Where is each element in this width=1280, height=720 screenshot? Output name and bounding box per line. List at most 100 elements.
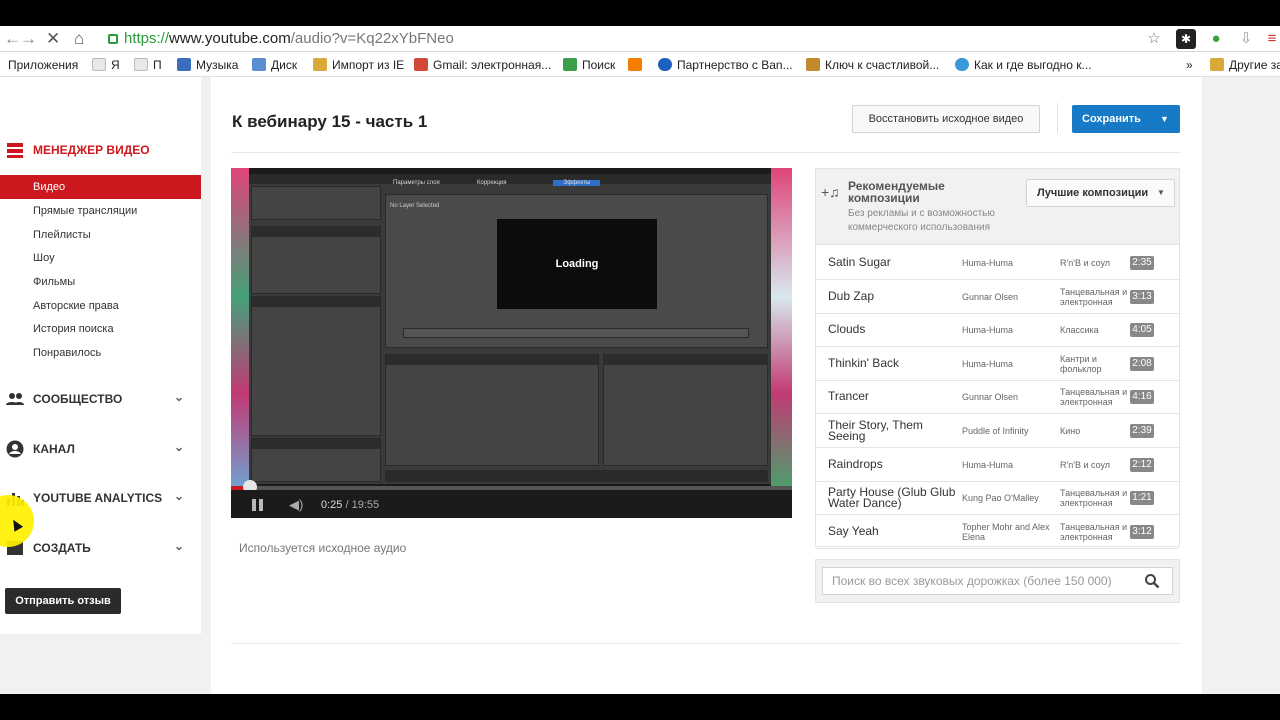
track-row[interactable]: Party House (Glub Glub Water Dance) Kung … <box>816 481 1179 516</box>
pause-bar <box>252 499 256 511</box>
sidebar-item-films[interactable]: Фильмы <box>33 276 75 288</box>
track-artist: Puddle of Infinity <box>962 426 1029 436</box>
url-scheme: https:// <box>124 30 170 47</box>
stop-icon[interactable]: ✕ <box>46 29 60 49</box>
divider <box>231 643 1181 644</box>
bookmark-p[interactable]: П <box>134 57 162 73</box>
sort-dropdown[interactable]: Лучшие композиции ▼ <box>1026 179 1175 207</box>
bookmark-label: Поиск <box>582 58 616 72</box>
bookmark-apps[interactable]: Приложения <box>8 57 78 73</box>
back-icon[interactable]: ← <box>4 29 21 49</box>
tracks-panel-title: Рекомендуемые композиции <box>848 179 945 205</box>
volume-icon[interactable]: ◀) <box>289 497 303 513</box>
download-icon[interactable]: ⇩ <box>1236 29 1256 49</box>
track-title: Their Story, Them Seeing <box>828 418 923 443</box>
track-artist: Topher Mohr and Alex Elena <box>962 521 1050 542</box>
bookmark-gmail[interactable]: Gmail: электронная... <box>414 57 551 73</box>
bookmark-other[interactable]: Другие за <box>1210 57 1280 73</box>
bookmark-key[interactable]: Ключ к счастливой... <box>806 57 939 73</box>
sidebar-item-playlists[interactable]: Плейлисты <box>33 229 91 241</box>
url-path: /audio?v=Kq22xYbFNeo <box>290 30 454 47</box>
sidebar-section-label: YouTube Analytics <box>33 491 163 505</box>
track-row[interactable]: Dub Zap Gunnar Olsen Танцевальная и электр… <box>816 280 1179 314</box>
track-artist: Gunnar Olsen <box>962 392 1019 403</box>
track-row[interactable]: Their Story, Them Seeing Puddle of Infini… <box>816 414 1179 448</box>
search-icon[interactable] <box>1144 573 1160 589</box>
save-button[interactable]: Сохранить ▼ <box>1072 105 1180 133</box>
pause-bar <box>259 499 263 511</box>
track-artist: Huma-Huma <box>962 358 1014 369</box>
chevron-down-icon: ⌄ <box>174 390 185 404</box>
main-content: К вебинару 15 - часть 1 Восстановить исх… <box>211 77 1202 694</box>
bookmarks-more[interactable]: » <box>1186 57 1193 73</box>
track-search-input[interactable] <box>822 567 1173 595</box>
track-row[interactable]: Raindrops Huma-Huma R'n'B и соул 2:12 <box>816 448 1179 482</box>
track-row[interactable]: Say Yeah Topher Mohr and Alex Elena Танцев… <box>816 515 1179 549</box>
video-screen-tab: Эффекты <box>553 180 601 186</box>
channel-icon <box>6 440 24 458</box>
video-time: 0:25 / 19:55 <box>321 499 379 511</box>
bookmark-label: Ключ к счастливой... <box>825 58 940 72</box>
video-time-total: / 19:55 <box>342 499 380 511</box>
send-feedback-button[interactable]: Отправить отзыв <box>5 588 121 614</box>
track-row[interactable]: Thinkin' Back Huma-Huma Кантри и фольклор 2… <box>816 347 1179 381</box>
sort-dropdown-label: Лучшие композиции <box>1037 187 1149 199</box>
forward-icon[interactable]: → <box>20 29 37 49</box>
music-icon <box>177 58 191 71</box>
extension-icon[interactable]: ✱ <box>1176 29 1196 49</box>
track-row[interactable]: Satin Sugar Huma-Huma R'n'B и соул 2:35 <box>816 246 1179 280</box>
home-icon[interactable]: ⌂ <box>74 29 84 49</box>
track-row[interactable]: Clouds Huma-Huma Классика 4:05 <box>816 313 1179 348</box>
track-genre: Кино <box>1060 426 1081 436</box>
sidebar-item-liked[interactable]: Понравилось <box>33 347 101 359</box>
bookmark-ya[interactable]: Я <box>92 57 120 73</box>
video-manager-icon <box>7 143 23 158</box>
sidebar-item-search-history[interactable]: История поиска <box>33 323 114 335</box>
more-icon: » <box>1186 58 1193 72</box>
video-player[interactable]: Параметры слоя Коррекция Эффекты No Laye… <box>231 168 792 518</box>
track-duration: 2:35 <box>1130 256 1154 270</box>
star-icon[interactable]: ☆ <box>1144 29 1164 49</box>
bookmark-partner[interactable]: Партнерство с Ban... <box>658 57 793 73</box>
track-title: Clouds <box>828 322 866 337</box>
save-button-label: Сохранить <box>1082 113 1141 125</box>
track-title: Thinkin' Back <box>828 355 899 370</box>
track-duration: 4:16 <box>1130 390 1154 405</box>
chevron-down-icon: ⌄ <box>174 489 185 503</box>
sidebar-item-shows[interactable]: Шоу <box>33 252 55 264</box>
sidebar-item-video-selected[interactable] <box>0 175 201 199</box>
bookmark-label: Другие за <box>1229 58 1280 72</box>
video-controls: ◀) 0:25 / 19:55 <box>231 490 792 518</box>
menu-icon[interactable]: ≡ <box>1262 29 1280 49</box>
video-window-bottombar <box>385 470 768 482</box>
folder-icon <box>313 58 327 71</box>
address-bar[interactable]: https://www.youtube.com/audio?v=Kq22xYbF… <box>104 28 1168 50</box>
video-panel <box>251 296 381 436</box>
sidebar-item-copyright[interactable]: Авторские права <box>33 300 119 312</box>
video-panel-header <box>252 297 380 307</box>
bookmark-search[interactable]: Поиск <box>563 57 615 73</box>
bookmark-ie-import[interactable]: Импорт из IE <box>313 57 404 73</box>
bookmark-buy[interactable]: Как и где выгодно к... <box>955 57 1092 73</box>
bookmark-label: Музыка <box>196 58 239 72</box>
track-title: Satin Sugar <box>828 255 891 269</box>
browser-toolbar: ← → ✕ ⌂ https://www.youtube.com/audio?v=… <box>0 26 1280 52</box>
bookmark-music[interactable]: Музыка <box>177 57 238 73</box>
divider <box>1057 103 1058 133</box>
chevron-down-icon: ⌄ <box>174 440 185 454</box>
track-title: Say Yeah <box>828 523 879 538</box>
track-duration: 3:13 <box>1130 289 1154 304</box>
evernote-icon[interactable]: ● <box>1206 29 1226 49</box>
sidebar-item-live[interactable]: Прямые трансляции <box>33 205 137 217</box>
bookmark-blogger[interactable] <box>628 57 647 73</box>
sidebar-item-video[interactable]: Видео <box>33 181 65 193</box>
bookmark-disk[interactable]: Диск <box>252 57 297 73</box>
music-add-icon: +♫ <box>821 184 840 200</box>
track-row[interactable]: Trancer Gunnar Olsen Танцевальная и электр… <box>816 380 1179 415</box>
restore-original-button[interactable]: Восстановить исходное видео <box>852 105 1040 133</box>
track-genre: Классика <box>1060 325 1099 336</box>
pause-icon[interactable] <box>252 499 264 511</box>
video-panel-header <box>604 355 767 365</box>
caret-down-icon[interactable]: ▼ <box>1160 105 1169 133</box>
video-frame-background <box>771 168 792 490</box>
